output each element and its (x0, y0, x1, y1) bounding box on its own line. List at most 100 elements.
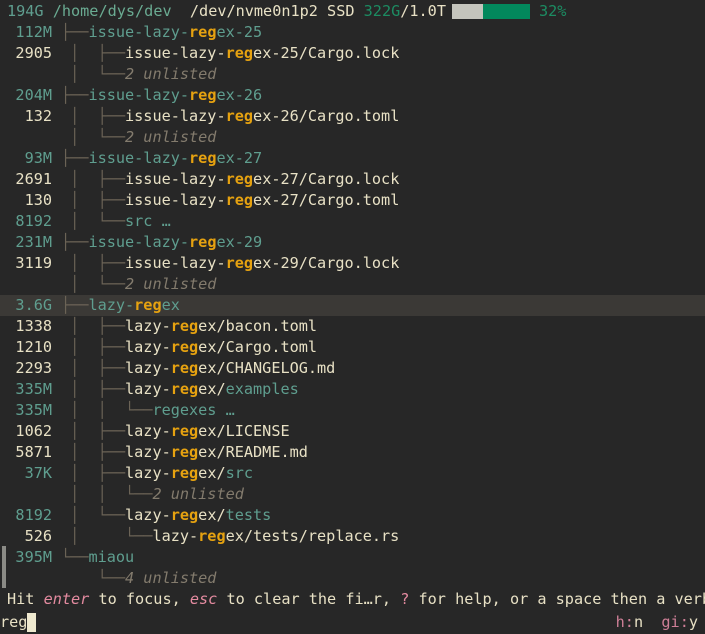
tree-row[interactable]: 1062 │ ├── lazy-regex/LICENSE (0, 421, 705, 442)
total-size-label: 194G (7, 1, 44, 20)
row-name[interactable]: 4 unlisted (125, 568, 705, 588)
pruned-label: 2 unlisted (125, 128, 217, 146)
row-size: 5871 (15, 443, 52, 461)
tree-branch-connector: ├── (61, 23, 89, 41)
tree-row[interactable]: 3119 │ ├── issue-lazy-regex-29/Cargo.lock (0, 253, 705, 274)
tree-row[interactable]: 2905 │ ├── issue-lazy-regex-25/Cargo.lock (0, 43, 705, 64)
match-highlight: reg (170, 338, 199, 356)
row-name[interactable]: lazy-regex/tests (125, 505, 705, 526)
file-name: issue-lazy- (125, 170, 226, 188)
tree-row[interactable]: 130 │ ├── issue-lazy-regex-27/Cargo.toml (0, 190, 705, 211)
tree-row[interactable]: 5871 │ ├── lazy-regex/README.md (0, 442, 705, 463)
tree-row[interactable]: 8192 │ └── lazy-regex/tests (0, 505, 705, 526)
row-name[interactable]: issue-lazy-regex-27/Cargo.toml (125, 190, 705, 211)
row-name[interactable]: lazy-regex/examples (125, 379, 705, 400)
row-size: 395M (15, 548, 52, 566)
tree-branch-connector: │ └── (61, 212, 126, 230)
current-path-label[interactable]: /home/dys/dev (53, 1, 172, 22)
filter-input[interactable]: reg (0, 612, 27, 633)
row-size: 1062 (15, 422, 52, 440)
tree-row[interactable]: 335M │ ├── lazy-regex/examples (0, 379, 705, 400)
row-name[interactable]: lazy-regex/tests/replace.rs (152, 526, 705, 547)
row-name[interactable]: 2 unlisted (125, 274, 705, 295)
row-size: 132 (24, 107, 52, 125)
tree-row[interactable]: 93M ├── issue-lazy-regex-27 (0, 148, 705, 169)
file-name: lazy- (125, 506, 171, 524)
row-name[interactable]: lazy-regex (88, 295, 705, 316)
row-name[interactable]: regexes … (152, 400, 705, 421)
match-highlight: reg (189, 149, 217, 167)
row-name[interactable]: lazy-regex/Cargo.toml (125, 337, 705, 358)
row-name[interactable]: issue-lazy-regex-29/Cargo.lock (125, 253, 705, 274)
tree-branch-connector: │ └── (61, 527, 153, 545)
row-name[interactable]: lazy-regex/LICENSE (125, 421, 705, 442)
tree-scrollbar-thumb[interactable] (2, 546, 6, 588)
tree-row[interactable]: │ └── 2 unlisted (0, 274, 705, 295)
tree-scrollbar[interactable] (2, 22, 6, 588)
tree-row[interactable]: 1338 │ ├── lazy-regex/bacon.toml (0, 316, 705, 337)
disk-usage-gauge (451, 3, 530, 19)
row-name[interactable]: 2 unlisted (152, 484, 705, 505)
directory-name: src (225, 464, 254, 482)
row-name[interactable]: lazy-regex/src (125, 463, 705, 484)
row-name[interactable]: 2 unlisted (125, 64, 705, 85)
row-name[interactable]: issue-lazy-regex-29 (88, 232, 705, 253)
directory-name: src … (125, 212, 171, 230)
directory-name: examples (225, 380, 299, 398)
directory-name: ex-29 (216, 233, 263, 251)
status-text: to focus, (89, 590, 190, 608)
row-name[interactable]: issue-lazy-regex-27/Cargo.lock (125, 169, 705, 190)
file-tree[interactable]: 112M ├── issue-lazy-regex-25 2905 │ ├── issu… (0, 22, 705, 588)
tree-row[interactable]: 132 │ ├── issue-lazy-regex-26/Cargo.toml (0, 106, 705, 127)
tree-row[interactable]: 112M ├── issue-lazy-regex-25 (0, 22, 705, 43)
row-name[interactable]: issue-lazy-regex-25 (88, 22, 705, 43)
row-name[interactable]: 2 unlisted (125, 127, 705, 148)
tree-row[interactable]: 335M │ │ └── regexes … (0, 400, 705, 421)
row-name[interactable]: issue-lazy-regex-25/Cargo.lock (125, 43, 705, 64)
file-name: ex/LICENSE (198, 422, 290, 440)
tree-branch-connector: ├── (61, 86, 89, 104)
directory-name: lazy- (88, 296, 135, 314)
tree-branch-connector: │ ├── (61, 107, 126, 125)
tree-row[interactable]: │ └── 2 unlisted (0, 127, 705, 148)
tree-row[interactable]: │ │ └── 2 unlisted (0, 484, 705, 505)
match-highlight: reg (225, 254, 254, 272)
tree-branch-connector: ├── (61, 233, 89, 251)
tree-row[interactable]: 2691 │ ├── issue-lazy-regex-27/Cargo.lock (0, 169, 705, 190)
row-name[interactable]: issue-lazy-regex-26 (88, 85, 705, 106)
available-size-label: 322G (363, 1, 401, 20)
tree-row[interactable]: 526 │ └── lazy-regex/tests/replace.rs (0, 526, 705, 547)
row-name[interactable]: lazy-regex/bacon.toml (125, 316, 705, 337)
tree-row[interactable]: │ └── 2 unlisted (0, 64, 705, 85)
status-key-hint: ? (400, 590, 410, 608)
row-name[interactable]: issue-lazy-regex-27 (88, 148, 705, 169)
row-name[interactable]: lazy-regex/README.md (125, 442, 705, 463)
row-name[interactable]: lazy-regex/CHANGELOG.md (125, 358, 705, 379)
tree-row[interactable]: 1210 │ ├── lazy-regex/Cargo.toml (0, 337, 705, 358)
flags-indicator[interactable]: h:n gi: y (616, 611, 698, 634)
tree-branch-connector: │ ├── (61, 191, 126, 209)
file-name: ex/ (198, 506, 226, 524)
tree-row[interactable]: 204M ├── issue-lazy-regex-26 (0, 85, 705, 106)
file-name: issue-lazy- (125, 254, 226, 272)
file-name: ex-25/Cargo.lock (253, 44, 400, 62)
tree-row[interactable]: 231M ├── issue-lazy-regex-29 (0, 232, 705, 253)
file-name: lazy- (125, 443, 171, 461)
flag-colon: : (679, 613, 689, 631)
filter-input-row[interactable]: reg h:n gi: y (0, 611, 705, 634)
tree-row[interactable]: 395M └── miaou (0, 547, 705, 568)
row-size: 2691 (15, 170, 52, 188)
tree-row[interactable]: 2293 │ ├── lazy-regex/CHANGELOG.md (0, 358, 705, 379)
file-name: ex/ (198, 380, 226, 398)
file-name: ex/bacon.toml (198, 317, 318, 335)
tree-row[interactable]: 8192 │ └── src … (0, 211, 705, 232)
tree-row[interactable]: 3.6G ├── lazy-regex (0, 295, 705, 316)
row-name[interactable]: miaou (88, 547, 705, 568)
row-name[interactable]: issue-lazy-regex-26/Cargo.toml (125, 106, 705, 127)
tree-branch-connector: │ ├── (61, 464, 126, 482)
tree-row[interactable]: 37K │ ├── lazy-regex/src (0, 463, 705, 484)
row-name[interactable]: src … (125, 211, 705, 232)
file-tree-rows: 112M ├── issue-lazy-regex-25 2905 │ ├── issu… (0, 22, 705, 588)
match-highlight: reg (189, 233, 217, 251)
tree-row[interactable]: └── 4 unlisted (0, 568, 705, 588)
